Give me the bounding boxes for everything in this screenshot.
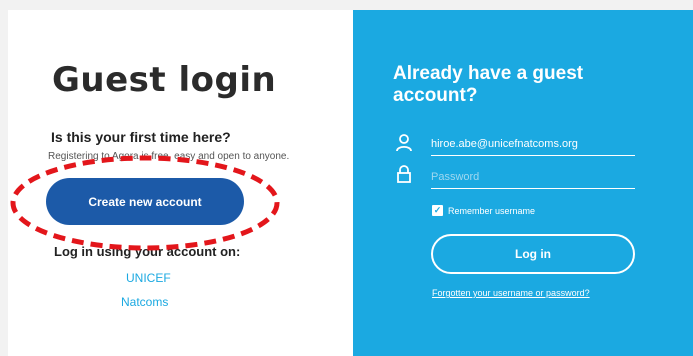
registration-info-text: Registering to Agora is free, easy and o…	[48, 151, 290, 162]
login-card: Guest login Is this your first time here…	[8, 10, 693, 356]
username-field[interactable]: hiroe.abe@unicefnatcoms.org	[431, 134, 635, 156]
guest-registration-panel: Guest login Is this your first time here…	[8, 10, 353, 356]
remember-label: Remember username	[448, 205, 536, 216]
password-placeholder: Password	[431, 171, 480, 183]
remember-username-option[interactable]: ✓ Remember username	[432, 205, 535, 216]
page-title: Guest login	[52, 60, 277, 100]
login-using-heading: Log in using your account on:	[54, 244, 241, 259]
natcoms-login-link[interactable]: Natcoms	[121, 295, 168, 309]
existing-account-heading: Already have a guest account?	[393, 63, 584, 106]
create-account-button[interactable]: Create new account	[46, 178, 244, 225]
login-button[interactable]: Log in	[431, 234, 635, 274]
password-field[interactable]: Password	[431, 167, 635, 189]
forgot-credentials-link[interactable]: Forgotten your username or password?	[432, 288, 590, 298]
checkmark-icon: ✓	[433, 205, 442, 215]
remember-checkbox[interactable]: ✓	[432, 205, 443, 216]
lock-icon	[397, 165, 411, 183]
user-icon	[396, 134, 412, 152]
unicef-login-link[interactable]: UNICEF	[126, 271, 171, 285]
first-time-heading: Is this your first time here?	[51, 129, 231, 145]
username-value: hiroe.abe@unicefnatcoms.org	[431, 138, 578, 150]
existing-account-panel: Already have a guest account? hiroe.abe@…	[353, 10, 693, 356]
